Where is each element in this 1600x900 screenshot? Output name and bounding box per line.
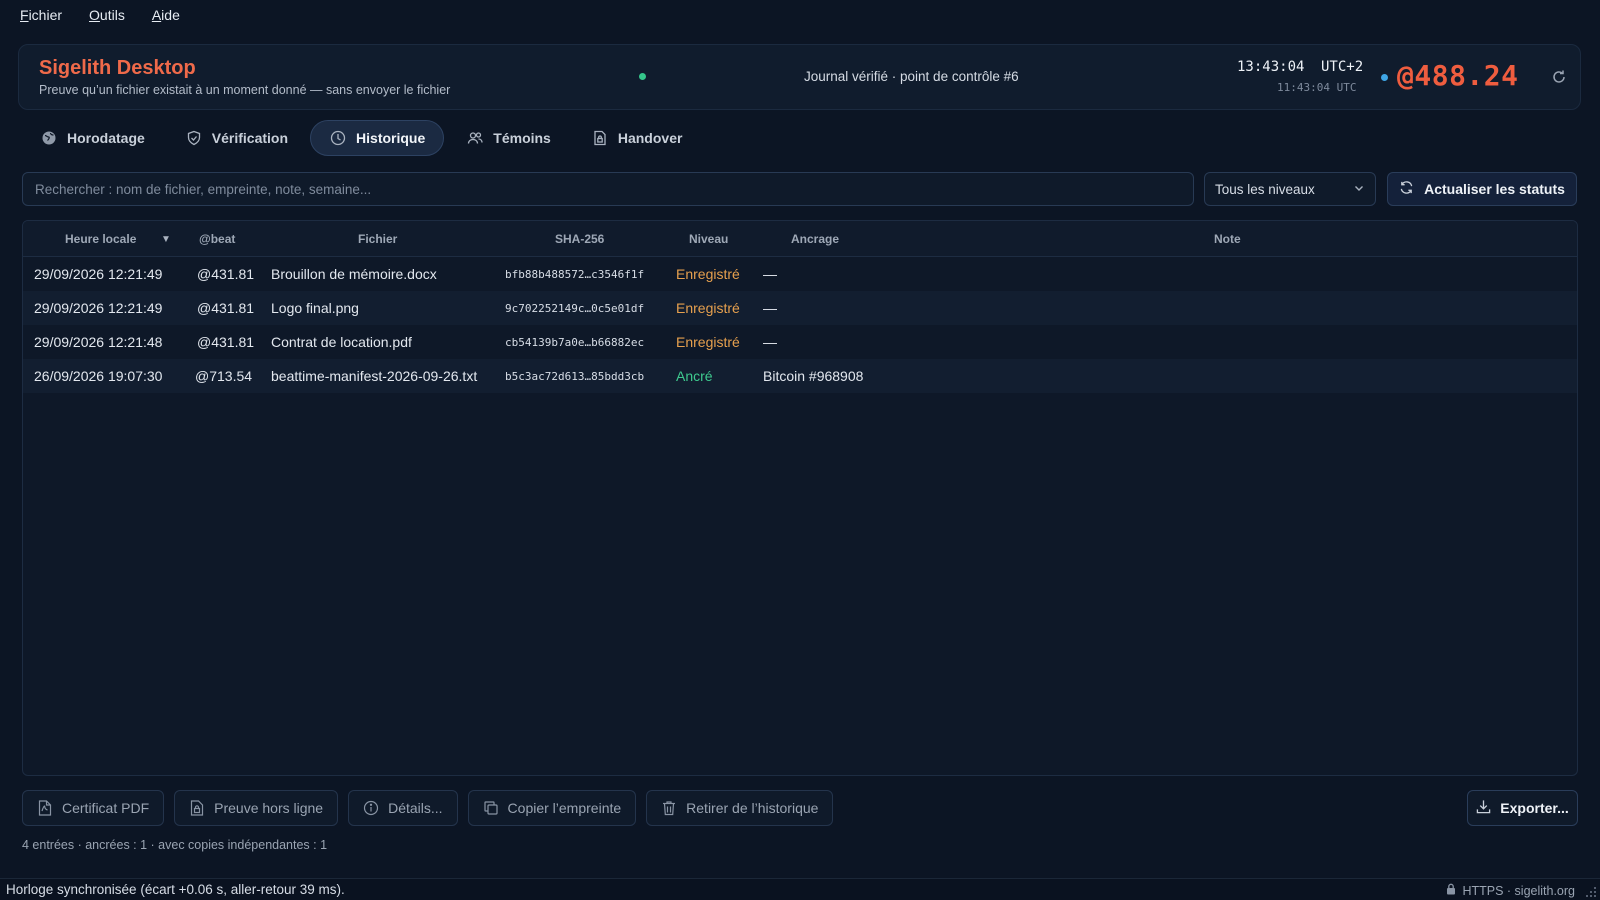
details-button[interactable]: Détails...: [348, 790, 458, 826]
table-row[interactable]: 29/09/2026 12:21:49 @431.81 Brouillon de…: [23, 257, 1577, 291]
cell-beat: @431.81: [197, 334, 255, 350]
users-icon: [466, 129, 484, 147]
pdf-file-icon: [37, 800, 53, 816]
refresh-icon[interactable]: [1549, 67, 1569, 87]
table-row[interactable]: 29/09/2026 12:21:48 @431.81 Contrat de l…: [23, 325, 1577, 359]
clock-timezone: UTC+2: [1321, 59, 1364, 75]
cell-beat: @431.81: [197, 300, 255, 316]
tab-verification[interactable]: Vérification: [167, 120, 306, 156]
column-header-beat[interactable]: @beat: [199, 232, 235, 246]
info-icon: [363, 800, 379, 816]
cell-anchor: —: [763, 300, 777, 316]
trash-icon: [661, 800, 677, 816]
column-header-heure-locale[interactable]: Heure locale: [65, 232, 136, 246]
offline-proof-button[interactable]: Preuve hors ligne: [174, 790, 339, 826]
cell-beat: @713.54: [195, 368, 253, 384]
cell-hash: 9c702252149c…0c5e01df: [505, 302, 645, 315]
connection-status: HTTPS · sigelith.org: [1446, 883, 1575, 898]
cell-beat: @431.81: [197, 266, 255, 282]
tab-handover[interactable]: Handover: [573, 120, 701, 156]
table-header: Heure locale ▼ @beat Fichier SHA-256 Niv…: [23, 221, 1577, 257]
globe-icon: [40, 129, 58, 147]
menu-aide[interactable]: Aide: [152, 7, 180, 23]
lock-icon: [1446, 883, 1456, 898]
menu-outils[interactable]: Outils: [89, 7, 125, 23]
cell-level: Ancré: [676, 368, 713, 384]
history-summary: 4 entrées · ancrées : 1 · avec copies in…: [22, 838, 328, 852]
beat-time-display: @488.24: [1397, 59, 1519, 92]
document-lock-icon: [591, 129, 609, 147]
cell-file: beattime-manifest-2026-09-26.txt: [271, 368, 478, 384]
table-row[interactable]: 29/09/2026 12:21:49 @431.81 Logo final.p…: [23, 291, 1577, 325]
copy-hash-button[interactable]: Copier l’empreinte: [467, 790, 637, 826]
cell-time: 29/09/2026 12:21:48: [34, 334, 163, 350]
cell-file: Logo final.png: [271, 300, 359, 316]
cell-level: Enregistré: [676, 300, 740, 316]
search-input[interactable]: [22, 172, 1194, 206]
cell-hash: b5c3ac72d613…85bdd3cb: [505, 370, 645, 383]
beat-indicator-dot: [1381, 74, 1388, 81]
sync-icon: [1399, 180, 1414, 198]
cell-anchor: Bitcoin #968908: [763, 368, 864, 384]
cell-hash: bfb88b488572…c3546f1f: [505, 268, 645, 281]
remove-from-history-button[interactable]: Retirer de l’historique: [646, 790, 834, 826]
app-title: Sigelith Desktop: [39, 57, 196, 79]
clock-utc-time: 11:43:04 UTC: [1277, 81, 1357, 94]
refresh-statuses-button[interactable]: Actualiser les statuts: [1387, 172, 1577, 206]
cell-file: Contrat de location.pdf: [271, 334, 412, 350]
shield-check-icon: [185, 129, 203, 147]
cell-anchor: —: [763, 266, 777, 282]
clock-sync-status: Horloge synchronisée (écart +0.06 s, all…: [6, 882, 345, 897]
export-button[interactable]: Exporter...: [1467, 790, 1578, 826]
action-bar: Certificat PDF Preuve hors ligne Détails…: [22, 790, 834, 826]
journal-status: Journal vérifié · point de contrôle #6: [804, 69, 1019, 84]
app-header: Sigelith Desktop Preuve qu’un fichier ex…: [18, 44, 1581, 110]
cell-time: 26/09/2026 19:07:30: [34, 368, 163, 384]
cell-time: 29/09/2026 12:21:49: [34, 266, 163, 282]
column-header-note[interactable]: Note: [1214, 232, 1241, 246]
table-row[interactable]: 26/09/2026 19:07:30 @713.54 beattime-man…: [23, 359, 1577, 393]
column-header-ancrage[interactable]: Ancrage: [791, 232, 839, 246]
status-bar: Horloge synchronisée (écart +0.06 s, all…: [0, 878, 1600, 900]
cell-hash: cb54139b7a0e…b66882ec: [505, 336, 645, 349]
download-icon: [1476, 799, 1491, 817]
cell-anchor: —: [763, 334, 777, 350]
resize-grip-icon[interactable]: [1585, 886, 1597, 898]
cell-file: Brouillon de mémoire.docx: [271, 266, 437, 282]
column-header-niveau[interactable]: Niveau: [689, 232, 728, 246]
chevron-down-icon: [1353, 182, 1365, 197]
level-filter-select[interactable]: Tous les niveaux: [1204, 172, 1376, 206]
cell-time: 29/09/2026 12:21:49: [34, 300, 163, 316]
column-header-fichier[interactable]: Fichier: [358, 232, 397, 246]
clock-icon: [329, 129, 347, 147]
offline-file-icon: [189, 800, 205, 816]
tab-horodatage[interactable]: Horodatage: [22, 120, 163, 156]
cell-level: Enregistré: [676, 334, 740, 350]
certificate-pdf-button[interactable]: Certificat PDF: [22, 790, 165, 826]
cell-level: Enregistré: [676, 266, 740, 282]
history-table: Heure locale ▼ @beat Fichier SHA-256 Niv…: [22, 220, 1578, 776]
column-header-sha256[interactable]: SHA-256: [555, 232, 604, 246]
copy-icon: [483, 800, 499, 816]
menu-bar: Fichier Outils Aide: [0, 0, 1600, 30]
tab-historique[interactable]: Historique: [310, 120, 445, 156]
sync-status-dot: [639, 73, 646, 80]
menu-fichier[interactable]: Fichier: [20, 7, 62, 23]
tab-bar: Horodatage Vérification Historique Témoi…: [22, 120, 704, 156]
tab-temoins[interactable]: Témoins: [448, 120, 569, 156]
sort-descending-icon[interactable]: ▼: [161, 234, 171, 245]
app-subtitle: Preuve qu’un fichier existait à un momen…: [39, 83, 451, 97]
clock-local-time: 13:43:04: [1237, 59, 1305, 75]
